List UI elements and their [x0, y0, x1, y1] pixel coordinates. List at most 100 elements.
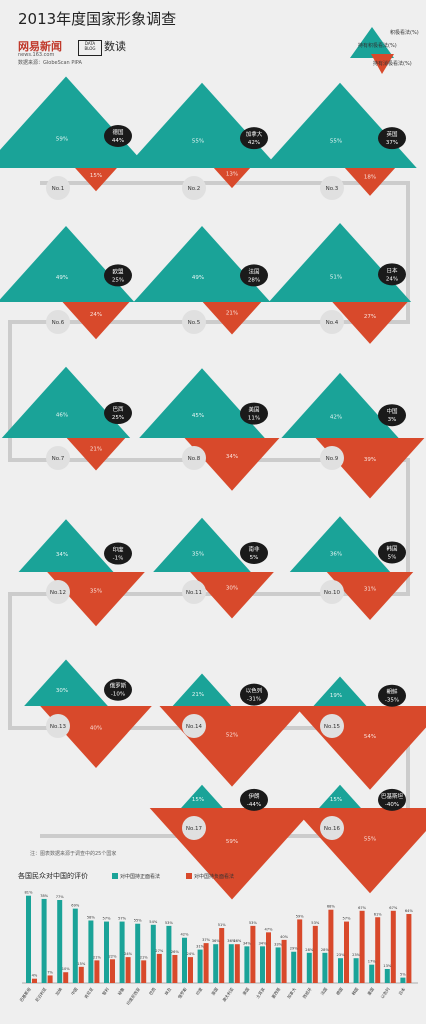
bar-category-label: 土耳其: [254, 986, 266, 999]
negative-value-label: 34%: [226, 454, 238, 460]
country-name: 印度: [112, 546, 124, 554]
rank-label: No.2: [188, 186, 201, 192]
bar-negative: [32, 978, 37, 983]
bar-category-label: 尼日利亚: [33, 986, 47, 1003]
rank-label: No.17: [186, 826, 203, 832]
bar-legend-positive: 对中国持正面看法: [120, 873, 160, 880]
bar-negative: [390, 910, 396, 983]
bar-positive-value: 17%: [368, 960, 377, 964]
bar-positive-value: 54%: [149, 920, 158, 924]
bar-category-label: 西班牙: [301, 986, 313, 999]
bar-negative-value: 53%: [249, 921, 258, 925]
bar-positive-value: 31%: [196, 945, 205, 949]
bar-positive: [182, 937, 187, 983]
rank-label: No.12: [50, 590, 66, 596]
bar-positive: [166, 925, 172, 983]
rank-label: No.4: [326, 320, 339, 326]
bar-positive-value: 57%: [118, 917, 127, 921]
bar-positive-value: 36%: [212, 939, 221, 943]
bar-legend-positive-swatch: [112, 873, 118, 879]
bar-negative-value: 67%: [358, 906, 367, 910]
bar-negative: [359, 910, 365, 983]
country-name: 美国: [248, 406, 260, 414]
triangle-chart: 积极看法(%) 持有积极看法(%) 持有消极看法(%) 59% 15% 德国 44% No.1…: [0, 27, 426, 1006]
bar-positive: [260, 946, 265, 983]
bar-positive: [197, 949, 203, 983]
rank-label: No.14: [186, 724, 203, 730]
negative-triangle: [202, 302, 262, 335]
bar-category-label: 墨西哥: [270, 986, 282, 999]
bar-category-label: 美国: [241, 986, 251, 996]
bar-negative: [63, 972, 69, 983]
bar-negative-value: 22%: [109, 954, 118, 958]
rank-label: No.1: [52, 186, 65, 192]
negative-triangle: [66, 438, 126, 471]
bar-negative-value: 67%: [389, 906, 398, 910]
bar-category-label: 墨国: [366, 986, 376, 996]
bar-category-label: 巴西: [148, 987, 157, 996]
bar-negative-value: 37%: [202, 938, 211, 942]
bar-positive: [135, 923, 141, 983]
rank-label: No.10: [324, 590, 341, 596]
bar-positive: [400, 977, 406, 983]
bar-positive: [384, 968, 390, 983]
net-score-label: 28%: [248, 277, 260, 283]
rank-label: No.16: [324, 826, 341, 832]
bar-negative: [156, 953, 162, 983]
rank-label: No.6: [52, 320, 65, 326]
country-name: 法国: [248, 267, 260, 275]
positive-value-label: 15%: [330, 797, 342, 803]
positive-triangle: [139, 368, 265, 438]
bar-positive: [338, 958, 343, 983]
bar-positive: [88, 920, 94, 983]
country-name: 韩国: [386, 544, 398, 552]
bar-negative-value: 47%: [265, 927, 274, 931]
bar-positive-value: 81%: [25, 891, 34, 895]
bar-positive-value: 57%: [103, 917, 112, 921]
rank-label: No.11: [186, 590, 202, 596]
net-score-label: -31%: [247, 697, 261, 703]
negative-triangle: [293, 808, 426, 894]
bar-positive: [291, 951, 297, 983]
country-name: 朝鲜: [386, 688, 398, 696]
bar-positive: [150, 924, 156, 983]
legend-negative-label: 持有消极看法(%): [373, 60, 412, 67]
positive-triangle: [1, 366, 131, 438]
net-score-label: -35%: [385, 698, 399, 704]
bar-positive-value: 13%: [383, 964, 392, 968]
bar-category-label: 埃及: [163, 986, 173, 996]
bar-positive: [275, 947, 281, 983]
bar-category-label: 肯尼亚: [82, 986, 94, 999]
net-score-label: -10%: [111, 692, 125, 698]
bar-negative: [406, 914, 412, 983]
positive-value-label: 55%: [192, 138, 204, 144]
bar-category-label: 加纳: [54, 986, 64, 996]
positive-value-label: 34%: [56, 552, 68, 558]
bar-negative-value: 27%: [155, 949, 164, 953]
bar-positive-value: 58%: [87, 915, 96, 919]
positive-value-label: 42%: [330, 414, 342, 420]
negative-triangle: [159, 706, 305, 787]
positive-triangle: [289, 516, 391, 572]
bar-negative-value: 61%: [374, 912, 383, 916]
bar-negative: [375, 917, 381, 983]
legend-positive-label: 持有积极看法(%): [358, 42, 397, 49]
bar-positive: [322, 952, 328, 983]
country-name: 德国: [112, 128, 124, 136]
bar-positive-value: 5%: [400, 973, 406, 977]
bar-positive-value: 53%: [165, 921, 174, 925]
country-name: 加拿大: [246, 130, 263, 138]
bar-positive-value: 69%: [71, 904, 80, 908]
bar-negative-value: 15%: [77, 962, 86, 966]
bar-negative-value: 7%: [47, 970, 53, 974]
positive-triangle: [281, 372, 399, 438]
bar-negative-value: 36%: [233, 939, 242, 943]
bar-positive-value: 77%: [56, 895, 65, 899]
bar-negative: [219, 928, 225, 983]
bar-category-label: 俄罗斯: [176, 986, 188, 999]
bar-positive-value: 34%: [243, 941, 252, 945]
bar-negative-value: 4%: [32, 974, 38, 978]
negative-value-label: 31%: [364, 586, 376, 592]
bar-positive-value: 33%: [274, 942, 283, 946]
bar-negative-value: 57%: [343, 917, 352, 921]
